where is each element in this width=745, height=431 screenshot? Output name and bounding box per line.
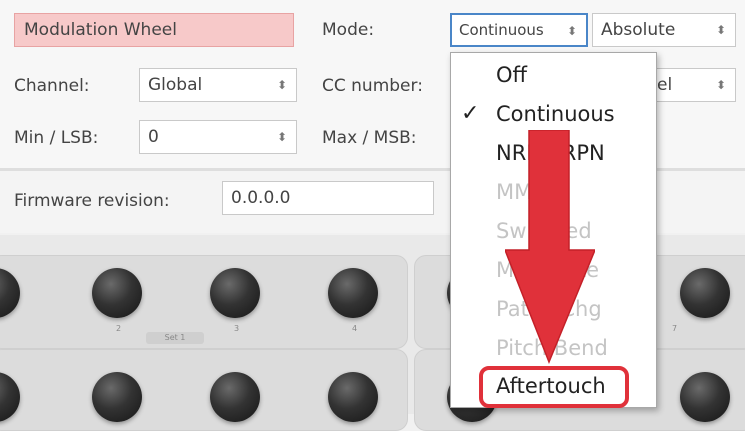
- knob-number: 3: [234, 324, 240, 333]
- absolute-select[interactable]: Absolute ⬍: [592, 13, 736, 47]
- channel-label: Channel:: [14, 76, 90, 96]
- absolute-select-value: Absolute: [601, 20, 676, 40]
- mode-label: Mode:: [322, 20, 375, 40]
- mode-select-value: Continuous: [459, 21, 544, 39]
- min-lsb-value: 0: [148, 127, 159, 147]
- knob[interactable]: [92, 268, 142, 318]
- updown-arrow-icon: ⬍: [276, 78, 288, 92]
- channel-select[interactable]: Global ⬍: [139, 68, 297, 102]
- knob-number: 7: [672, 324, 678, 333]
- menu-item-continuous[interactable]: ✓ Continuous: [451, 97, 656, 131]
- max-msb-label: Max / MSB:: [322, 128, 417, 148]
- knob[interactable]: [328, 372, 378, 422]
- knob[interactable]: [680, 372, 730, 422]
- updown-arrow-icon: ⬍: [715, 23, 727, 37]
- red-down-arrow-icon: [505, 130, 595, 365]
- channel-select-value: Global: [148, 75, 203, 95]
- min-lsb-label: Min / LSB:: [14, 128, 99, 148]
- knob-number: 4: [352, 324, 358, 333]
- mode-select[interactable]: Continuous ⬍: [450, 13, 588, 47]
- knob[interactable]: [210, 372, 260, 422]
- knob[interactable]: [328, 268, 378, 318]
- control-name-field[interactable]: Modulation Wheel: [14, 13, 294, 47]
- knob[interactable]: [210, 268, 260, 318]
- knob-number: 2: [116, 324, 122, 333]
- aftertouch-highlight: [479, 366, 629, 408]
- checkmark-icon: ✓: [461, 101, 480, 126]
- updown-arrow-icon: ⬍: [566, 24, 578, 38]
- firmware-revision-field: 0.0.0.0: [222, 181, 434, 215]
- menu-item-label: Continuous: [496, 102, 615, 126]
- set-label: Set 1: [146, 332, 204, 344]
- knob[interactable]: [680, 268, 730, 318]
- firmware-revision-label: Firmware revision:: [14, 191, 170, 211]
- menu-item-off[interactable]: Off: [451, 58, 656, 92]
- updown-arrow-icon: ⬍: [276, 130, 288, 144]
- knob[interactable]: [92, 372, 142, 422]
- updown-arrow-icon: ⬍: [715, 78, 727, 92]
- cc-number-label: CC number:: [322, 76, 423, 96]
- min-lsb-stepper[interactable]: 0 ⬍: [139, 120, 297, 154]
- cc-mode-select-value: el: [657, 75, 673, 95]
